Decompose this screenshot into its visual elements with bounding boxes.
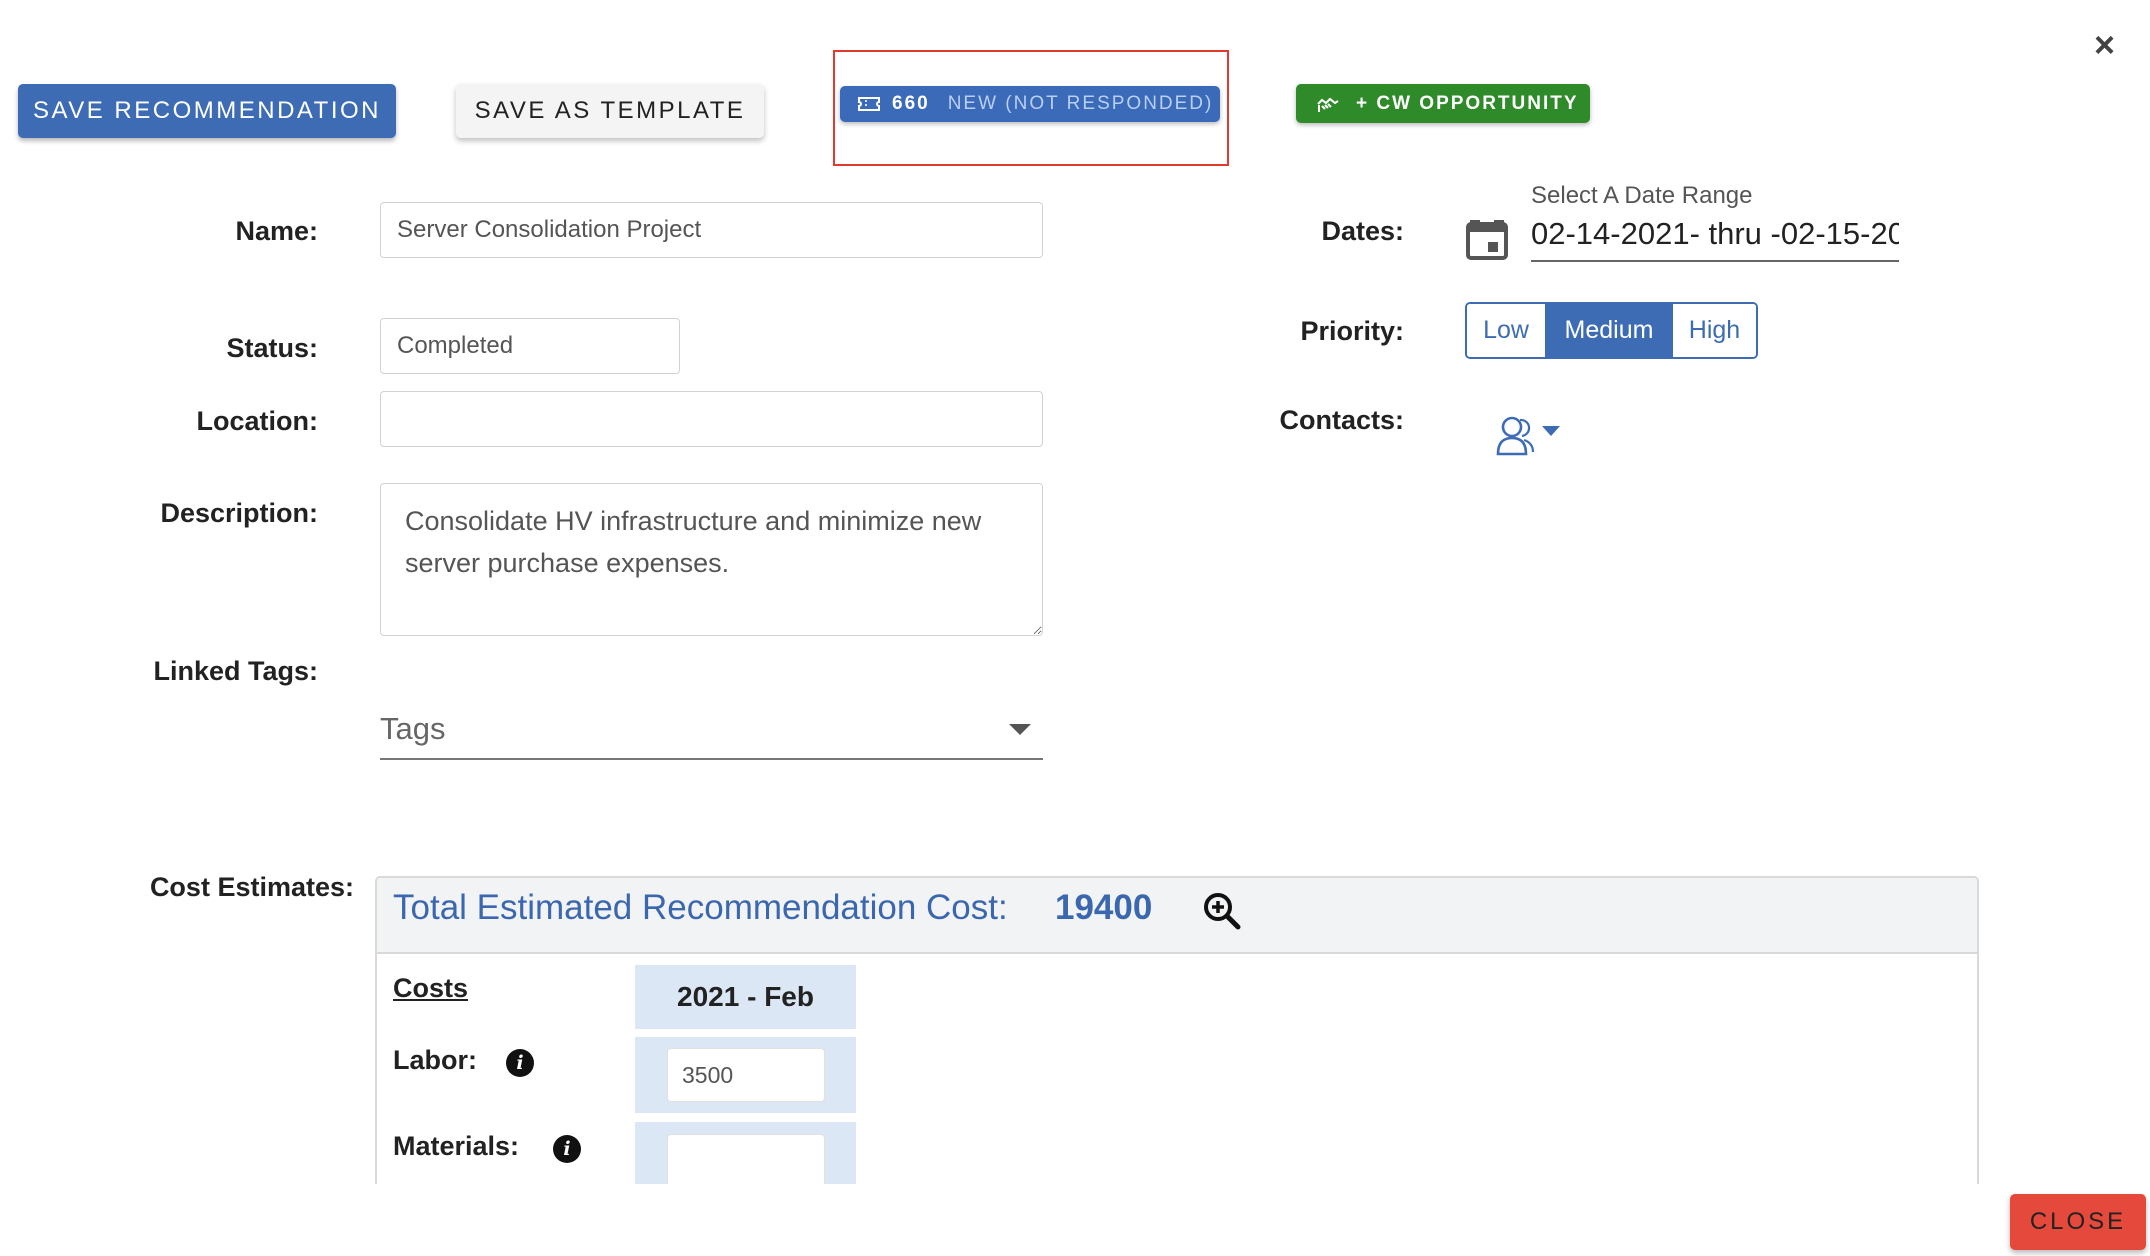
materials-info-icon[interactable]: i [553, 1135, 581, 1163]
status-input[interactable] [380, 318, 680, 374]
cw-opportunity-label: + CW OPPORTUNITY [1356, 92, 1579, 114]
dates-label: Dates: [1321, 216, 1404, 246]
calendar-icon[interactable] [1466, 216, 1508, 265]
costs-column-header: Costs [393, 973, 469, 1003]
materials-input[interactable] [667, 1134, 825, 1184]
total-cost-value: 19400 [1055, 888, 1153, 927]
cost-total-header: Total Estimated Recommendation Cost: 194… [377, 878, 1977, 954]
priority-medium-button[interactable]: Medium [1547, 304, 1673, 357]
contacts-dropdown[interactable] [1496, 414, 1560, 456]
cw-opportunity-button[interactable]: + CW OPPORTUNITY [1296, 84, 1590, 123]
month-header-cell: 2021 - Feb [635, 965, 856, 1029]
chevron-down-icon [1009, 723, 1031, 735]
ticket-number: 660 [892, 93, 930, 114]
save-recommendation-button[interactable]: Save Recommendation [18, 84, 396, 138]
description-label: Description: [160, 498, 318, 528]
contacts-label: Contacts: [1279, 405, 1404, 435]
priority-label: Priority: [1300, 316, 1404, 346]
materials-label: Materials: [393, 1131, 520, 1161]
date-range-input[interactable]: 02-14-2021- thru -02-15-2021 [1531, 216, 1899, 262]
location-input[interactable] [380, 391, 1043, 447]
caret-down-icon [1542, 426, 1560, 436]
save-as-template-button[interactable]: Save as Template [456, 84, 764, 138]
tags-select[interactable]: Tags [380, 700, 1043, 760]
linked-tags-label: Linked Tags: [153, 656, 318, 686]
priority-low-button[interactable]: Low [1467, 304, 1547, 357]
zoom-in-icon[interactable] [1203, 892, 1241, 935]
month-header: 2021 - Feb [677, 981, 814, 1012]
name-label: Name: [235, 216, 318, 246]
tags-placeholder: Tags [380, 711, 446, 746]
user-icon [1496, 414, 1536, 456]
labor-label: Labor: [393, 1045, 477, 1075]
close-x-icon[interactable]: × [2094, 24, 2115, 66]
priority-high-button[interactable]: High [1673, 304, 1756, 357]
name-input[interactable] [380, 202, 1043, 258]
location-label: Location: [196, 406, 319, 436]
total-cost-label: Total Estimated Recommendation Cost: [393, 888, 1008, 927]
ticket-icon [858, 96, 880, 112]
ticket-status: NEW (NOT RESPONDED) [947, 93, 1214, 114]
date-range-caption: Select A Date Range [1531, 182, 1753, 209]
description-textarea[interactable]: Consolidate HV infrastructure and minimi… [380, 483, 1043, 636]
status-label: Status: [226, 333, 318, 363]
ticket-button[interactable]: 660 NEW (NOT RESPONDED) [840, 86, 1220, 122]
labor-input[interactable] [667, 1048, 825, 1102]
cost-estimates-label: Cost Estimates: [149, 872, 354, 902]
priority-toggle-group: Low Medium High [1465, 302, 1758, 359]
close-button[interactable]: Close [2010, 1194, 2146, 1250]
date-range-value: 02-14-2021- thru -02-15-2021 [1531, 216, 1899, 251]
labor-info-icon[interactable]: i [506, 1049, 534, 1077]
cost-estimates-panel: Total Estimated Recommendation Cost: 194… [375, 876, 1979, 1184]
handshake-icon [1316, 94, 1340, 114]
